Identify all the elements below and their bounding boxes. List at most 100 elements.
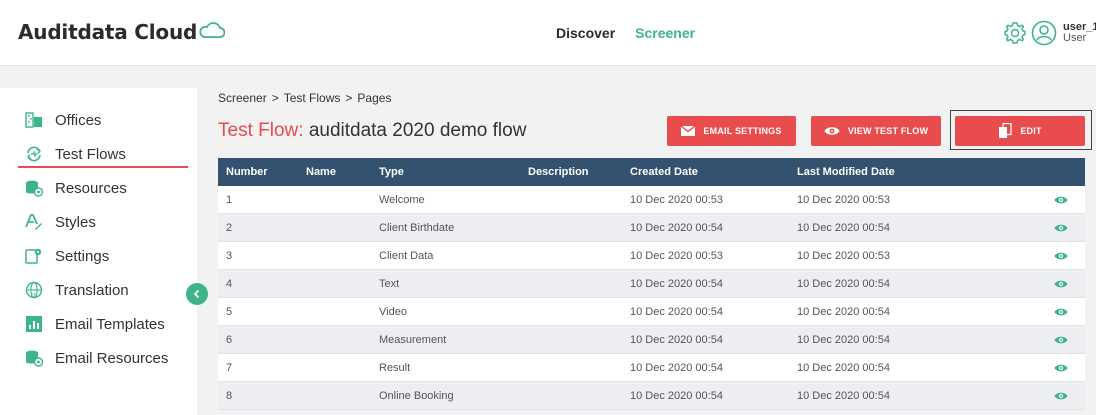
view-page-eye-icon[interactable]	[1054, 223, 1068, 236]
test-flows-icon	[25, 145, 43, 163]
resources-icon	[25, 179, 43, 197]
breadcrumb-test-flows[interactable]: Test Flows	[284, 91, 341, 105]
breadcrumb-pages: Pages	[357, 91, 392, 105]
cell-created-date: 10 Dec 2020 00:53	[630, 250, 723, 262]
cell-last-modified-date: 10 Dec 2020 00:54	[797, 362, 890, 374]
sidebar-item-translation[interactable]: EN Translation	[25, 278, 129, 302]
sidebar-item-styles[interactable]: Styles	[25, 210, 96, 234]
logo[interactable]: Auditdata Cloud	[18, 20, 226, 44]
user-role: User	[1063, 32, 1087, 44]
cell-type: Client Data	[379, 250, 434, 262]
styles-icon	[25, 213, 43, 231]
table-row[interactable]: 2 Client Birthdate 10 Dec 2020 00:54 10 Dec…	[218, 214, 1085, 242]
breadcrumb-separator: >	[345, 91, 353, 105]
active-item-underline	[18, 166, 188, 168]
cell-type: Measurement	[379, 334, 447, 346]
sidebar-item-label: Email Templates	[55, 315, 165, 333]
cell-type: Text	[379, 278, 400, 290]
sidebar-item-email-resources[interactable]: Email Resources	[25, 346, 168, 370]
svg-text:EN: EN	[31, 293, 37, 299]
sidebar-item-resources[interactable]: Resources	[25, 176, 127, 200]
cloud-icon	[199, 22, 226, 38]
view-page-eye-icon[interactable]	[1054, 279, 1068, 292]
cell-created-date: 10 Dec 2020 00:54	[630, 278, 723, 290]
offices-icon	[25, 111, 43, 129]
view-page-eye-icon[interactable]	[1054, 251, 1068, 264]
table-body: 1 Welcome 10 Dec 2020 00:53 10 Dec 2020 00:…	[218, 186, 1085, 410]
sidebar-item-settings[interactable]: Settings	[25, 244, 109, 268]
cell-last-modified-date: 10 Dec 2020 00:53	[797, 194, 890, 206]
cell-number: 1	[226, 194, 233, 206]
view-page-eye-icon[interactable]	[1054, 195, 1068, 208]
cell-last-modified-date: 10 Dec 2020 00:54	[797, 334, 890, 346]
view-page-eye-icon[interactable]	[1054, 391, 1068, 404]
logo-text: Auditdata Cloud	[18, 20, 198, 44]
top-bar: Auditdata Cloud Discover Screener user_1…	[0, 0, 1096, 66]
header-number[interactable]: Number	[226, 158, 268, 186]
envelope-icon	[681, 126, 696, 136]
table-row[interactable]: 7 Result 10 Dec 2020 00:54 10 Dec 2020 00:5…	[218, 354, 1085, 382]
table-header: Number Name Type Description Created Dat…	[218, 158, 1085, 186]
title-prefix: Test Flow:	[218, 120, 304, 141]
cell-number: 4	[226, 278, 233, 290]
sidebar-item-test-flows[interactable]: Test Flows	[25, 142, 126, 166]
cell-type: Client Birthdate	[379, 222, 455, 234]
breadcrumb: Screener > Test Flows > Pages	[218, 91, 391, 105]
table-row[interactable]: 8 Online Booking 10 Dec 2020 00:54 10 Dec 2…	[218, 382, 1085, 410]
sidebar-item-label: Settings	[55, 247, 110, 265]
edit-button[interactable]: EDIT	[955, 116, 1085, 146]
sidebar-item-email-templates[interactable]: Email Templates	[25, 312, 165, 336]
table-row[interactable]: 1 Welcome 10 Dec 2020 00:53 10 Dec 2020 00:…	[218, 186, 1085, 214]
view-page-eye-icon[interactable]	[1054, 363, 1068, 376]
sidebar-item-label: Offices	[55, 111, 102, 129]
cell-last-modified-date: 10 Dec 2020 00:54	[797, 306, 890, 318]
view-page-eye-icon[interactable]	[1054, 307, 1068, 320]
view-test-flow-label: VIEW TEST FLOW	[847, 126, 929, 136]
cell-number: 6	[226, 334, 233, 346]
pages-table: Number Name Type Description Created Dat…	[218, 158, 1085, 410]
cell-type: Video	[379, 306, 407, 318]
table-row[interactable]: 6 Measurement 10 Dec 2020 00:54 10 Dec 2020…	[218, 326, 1085, 354]
sidebar-item-offices[interactable]: Offices	[25, 108, 101, 132]
top-nav: Discover Screener	[556, 25, 695, 41]
header-description[interactable]: Description	[528, 158, 589, 186]
collapse-sidebar-button[interactable]	[186, 283, 208, 305]
view-page-eye-icon[interactable]	[1054, 335, 1068, 348]
page-title: Test Flow: auditdata 2020 demo flow	[218, 120, 526, 142]
table-row[interactable]: 3 Client Data 10 Dec 2020 00:53 10 Dec 2020…	[218, 242, 1085, 270]
title-flow-name: auditdata 2020 demo flow	[308, 120, 527, 141]
cell-last-modified-date: 10 Dec 2020 00:54	[797, 390, 890, 402]
avatar-icon[interactable]	[1031, 20, 1057, 46]
gear-icon[interactable]	[1003, 21, 1027, 45]
sidebar: Offices Test Flows Resources Styles Sett…	[0, 88, 197, 415]
header-name[interactable]: Name	[306, 158, 336, 186]
cell-last-modified-date: 10 Dec 2020 00:53	[797, 250, 890, 262]
breadcrumb-screener[interactable]: Screener	[218, 91, 267, 105]
header-last-modified-date[interactable]: Last Modified Date	[797, 158, 895, 186]
cell-created-date: 10 Dec 2020 00:54	[630, 390, 723, 402]
cell-last-modified-date: 10 Dec 2020 00:54	[797, 222, 890, 234]
copy-pages-icon	[999, 123, 1012, 138]
view-test-flow-button[interactable]: VIEW TEST FLOW	[811, 116, 941, 146]
cell-created-date: 10 Dec 2020 00:54	[630, 306, 723, 318]
header-created-date[interactable]: Created Date	[630, 158, 698, 186]
header-type[interactable]: Type	[379, 158, 404, 186]
edit-label: EDIT	[1020, 126, 1042, 136]
cell-created-date: 10 Dec 2020 00:53	[630, 194, 723, 206]
nav-discover[interactable]: Discover	[556, 25, 615, 41]
email-settings-label: EMAIL SETTINGS	[703, 126, 782, 136]
user-info[interactable]: user_1 User	[1063, 22, 1096, 44]
table-row[interactable]: 5 Video 10 Dec 2020 00:54 10 Dec 2020 00:54	[218, 298, 1085, 326]
email-settings-button[interactable]: EMAIL SETTINGS	[667, 116, 796, 146]
cell-type: Online Booking	[379, 390, 454, 402]
cell-number: 8	[226, 390, 233, 402]
cell-number: 7	[226, 362, 233, 374]
sidebar-item-label: Email Resources	[55, 349, 169, 367]
nav-screener[interactable]: Screener	[635, 25, 695, 41]
sidebar-item-label: Translation	[55, 281, 129, 299]
table-row[interactable]: 4 Text 10 Dec 2020 00:54 10 Dec 2020 00:54	[218, 270, 1085, 298]
cell-created-date: 10 Dec 2020 00:54	[630, 222, 723, 234]
cell-last-modified-date: 10 Dec 2020 00:54	[797, 278, 890, 290]
email-resources-icon	[25, 349, 43, 367]
cell-number: 5	[226, 306, 233, 318]
